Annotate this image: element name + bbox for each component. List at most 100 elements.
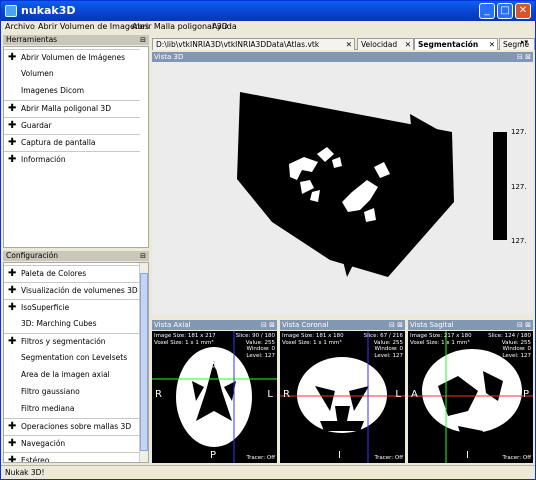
app-window: nukak3D _ □ ✕ Archivo Abrir Volumen de I…: [0, 0, 536, 480]
plus-icon[interactable]: ✚: [8, 266, 16, 282]
maximize-button[interactable]: □: [497, 3, 513, 19]
group-item[interactable]: ✚ Captura de pantalla: [4, 134, 140, 150]
plus-icon[interactable]: ✚: [8, 135, 16, 151]
group-item[interactable]: ✚ Estéreo: [4, 452, 140, 463]
view3d-header: Vista 3D ⊟ ⊠: [152, 52, 533, 62]
minimize-button[interactable]: _: [479, 3, 495, 19]
orientation-top: S: [338, 361, 345, 372]
orientation-top: S: [466, 361, 473, 372]
tab-0[interactable]: D:\lib\vtkINRIA3D\vtkINRIA3DData\Atlas.v…: [152, 38, 355, 50]
item-label: IsoSuperficie: [21, 303, 70, 312]
orientation-left: R: [155, 389, 162, 400]
scale-label-mid: 127.: [511, 183, 527, 191]
item-label: Estéreo: [21, 456, 50, 463]
scroll-thumb[interactable]: [140, 273, 148, 451]
orientation-top: A: [210, 361, 217, 372]
sub-item[interactable]: Imagenes Dicom: [4, 83, 140, 99]
view3d-canvas[interactable]: 127. 127. 127.: [152, 62, 533, 315]
item-label: Filtro mediana: [21, 404, 75, 413]
tab-2[interactable]: Segmentación ✕: [414, 38, 498, 50]
image-info: Image Size: 181 x 217 Voxel Size: 1 x 1 …: [154, 333, 216, 346]
sub-item[interactable]: Area de la imagen axial: [4, 367, 140, 383]
config-pane-header: Configuración ⊟: [3, 251, 149, 261]
slice-title: Vista Sagital: [410, 321, 454, 329]
tab-label: Velocidad: [361, 40, 398, 49]
group-item[interactable]: ✚ Abrir Malla poligonal 3D: [4, 100, 140, 116]
group-item[interactable]: ✚ Filtros y segmentación: [4, 333, 140, 349]
close-icon[interactable]: ✕: [346, 39, 352, 50]
item-label: 3D: Marching Cubes: [21, 319, 97, 328]
plus-icon[interactable]: ✚: [8, 283, 16, 299]
sub-item[interactable]: Filtro mediana: [4, 401, 140, 417]
color-scale-bar: [493, 132, 507, 240]
pin-icon[interactable]: ⊟: [140, 35, 146, 45]
view-buttons[interactable]: ⊟ ⊠: [389, 320, 403, 330]
sub-item[interactable]: 3D: Marching Cubes: [4, 316, 140, 332]
slice-view-1[interactable]: Image Size: 181 x 180 Voxel Size: 1 x 1 …: [280, 331, 405, 463]
pin-icon[interactable]: ⊟: [140, 251, 146, 261]
image-info: Image Size: 217 x 180 Voxel Size: 1 x 1 …: [410, 333, 472, 346]
view-buttons[interactable]: ⊟ ⊠: [517, 320, 531, 330]
item-label: Abrir Volumen de Imágenes: [21, 53, 126, 62]
group-item[interactable]: ✚ Información: [4, 151, 140, 167]
view-buttons[interactable]: ⊟ ⊠: [517, 52, 531, 62]
window-title: nukak3D: [21, 4, 76, 17]
plus-icon[interactable]: ✚: [8, 118, 16, 134]
sub-item[interactable]: Volumen: [4, 66, 140, 82]
plus-icon[interactable]: ✚: [8, 300, 16, 316]
image-info: Image Size: 181 x 180 Voxel Size: 1 x 1 …: [282, 333, 344, 346]
group-item[interactable]: ✚ Paleta de Colores: [4, 265, 140, 281]
item-label: Operaciones sobre mallas 3D: [21, 422, 132, 431]
plus-icon[interactable]: ✚: [8, 334, 16, 350]
tab-3[interactable]: Segme: [499, 38, 535, 50]
plus-icon[interactable]: ✚: [8, 419, 16, 435]
plus-icon[interactable]: ✚: [8, 50, 16, 66]
close-button[interactable]: ✕: [515, 3, 531, 19]
item-label: Abrir Malla poligonal 3D: [21, 104, 111, 113]
item-label: Segmentation con Levelsets: [21, 353, 128, 362]
group-item[interactable]: ✚ Guardar: [4, 117, 140, 133]
menu-bar: Archivo Abrir Volumen de Imagenes Abrir …: [1, 21, 535, 34]
orientation-bottom: I: [338, 450, 341, 461]
menu-ayuda[interactable]: Ayuda: [212, 22, 237, 31]
plus-icon[interactable]: ✚: [8, 436, 16, 452]
tab-1[interactable]: Velocidad ✕: [357, 38, 414, 50]
tab-scroll-arrows[interactable]: ▸▾: [521, 38, 528, 46]
tab-label: D:\lib\vtkINRIA3D\vtkINRIA3DData\Atlas.v…: [156, 40, 320, 49]
view-buttons[interactable]: ⊟ ⊠: [261, 320, 275, 330]
slice-header-2: Vista Sagital ⊟ ⊠: [408, 320, 533, 330]
group-item[interactable]: ✚ Operaciones sobre mallas 3D: [4, 418, 140, 434]
status-bar: Nukak 3D!: [1, 465, 535, 479]
group-item[interactable]: ✚ Abrir Volumen de Imágenes: [4, 49, 140, 65]
config-pane: ✚ Paleta de Colores ✚ Visualización de volu…: [3, 262, 149, 463]
render-3d: [237, 92, 454, 277]
tab-bar: D:\lib\vtkINRIA3D\vtkINRIA3DData\Atlas.v…: [152, 37, 535, 50]
plus-icon[interactable]: ✚: [8, 453, 16, 462]
sub-item[interactable]: Filtro gaussiano: [4, 384, 140, 400]
item-label: Información: [21, 155, 66, 164]
group-item[interactable]: ✚ IsoSuperficie: [4, 299, 140, 315]
slice-view-0[interactable]: Image Size: 181 x 217 Voxel Size: 1 x 1 …: [152, 331, 277, 463]
close-icon[interactable]: ✕: [405, 39, 411, 50]
slice-info: Slice: 67 / 216 Value: 255 Window: 0 Lev…: [363, 333, 403, 359]
plus-icon[interactable]: ✚: [8, 101, 16, 117]
item-label: Captura de pantalla: [21, 138, 96, 147]
close-icon[interactable]: ✕: [489, 39, 495, 50]
group-item[interactable]: ✚ Navegación: [4, 435, 140, 451]
title-bar[interactable]: nukak3D _ □ ✕: [1, 1, 535, 21]
orientation-left: R: [283, 389, 290, 400]
scale-label-bottom: 127.: [511, 237, 527, 245]
sub-item[interactable]: Segmentation con Levelsets: [4, 350, 140, 366]
tab-label: Segmentación: [418, 40, 479, 49]
slice-title: Vista Coronal: [282, 321, 329, 329]
config-scrollbar[interactable]: [139, 263, 148, 462]
group-item[interactable]: ✚ Visualización de volumenes 3D: [4, 282, 140, 298]
plus-icon[interactable]: ✚: [8, 152, 16, 168]
slice-title: Vista Axial: [154, 321, 191, 329]
orientation-bottom: I: [466, 450, 469, 461]
tracer-status: Tracer: Off: [246, 454, 275, 461]
slice-view-2[interactable]: Image Size: 217 x 180 Voxel Size: 1 x 1 …: [408, 331, 533, 463]
orientation-right: L: [267, 389, 273, 400]
menu-archivo[interactable]: Archivo: [5, 22, 35, 31]
item-label: Guardar: [21, 121, 52, 130]
